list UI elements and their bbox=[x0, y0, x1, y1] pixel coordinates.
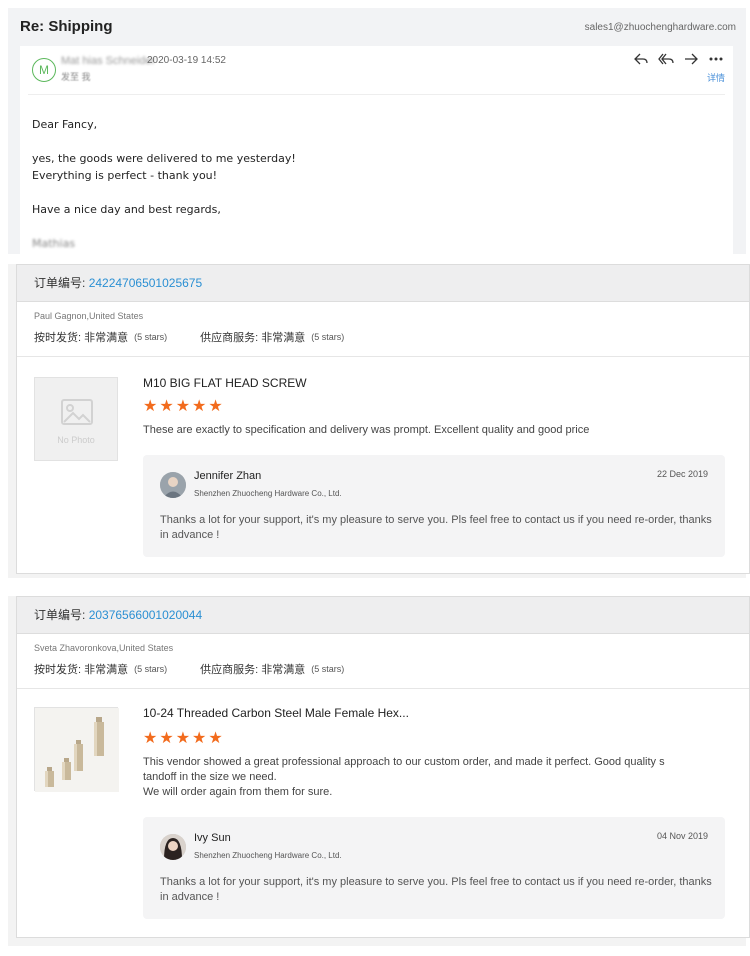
email-datetime: 2020-03-19 14:52 bbox=[147, 55, 226, 66]
star-icon: ★ bbox=[208, 730, 223, 747]
service-stars: (5 stars) bbox=[311, 332, 345, 342]
divider bbox=[17, 688, 749, 689]
email-greeting: Dear Fancy, bbox=[32, 118, 98, 131]
product-rating: ★ ★ ★ ★ ★ bbox=[143, 731, 223, 747]
email-actions bbox=[632, 52, 725, 66]
no-photo-label: No Photo bbox=[57, 435, 95, 445]
image-placeholder-icon bbox=[61, 399, 93, 425]
review-comment: This vendor showed a great professional … bbox=[143, 756, 665, 798]
reply-date: 04 Nov 2019 bbox=[656, 831, 708, 841]
standoff-product-image bbox=[35, 708, 119, 792]
email-subject: Re: Shipping bbox=[20, 18, 113, 35]
ratings-row: 按时发货: 非常满意 (5 stars) 供应商服务: 非常满意 (5 star… bbox=[34, 329, 377, 345]
reply-company: Shenzhen Zhuocheng Hardware Co., Ltd. bbox=[194, 489, 342, 498]
supplier-reply: Jennifer Zhan Shenzhen Zhuocheng Hardwar… bbox=[143, 455, 725, 557]
order-header: 订单编号: 20376566001020044 bbox=[17, 597, 749, 634]
email-signature: Mathias bbox=[32, 237, 76, 250]
service-label: 供应商服务: bbox=[200, 664, 259, 676]
order-label: 订单编号: bbox=[34, 276, 86, 290]
email-address: sales1@zhuochenghardware.com bbox=[584, 22, 736, 33]
avatar bbox=[160, 834, 186, 860]
reply-text: Thanks a lot for your support, it's my p… bbox=[160, 876, 712, 903]
service-value: 非常满意 bbox=[261, 332, 306, 344]
review-card: 订单编号: 24224706501025675 Paul Gagnon,Unit… bbox=[8, 264, 750, 578]
order-number[interactable]: 20376566001020044 bbox=[89, 608, 202, 622]
details-link[interactable]: 详情 bbox=[707, 71, 725, 84]
star-icon: ★ bbox=[208, 398, 223, 415]
buyer-name: Sveta Zhavoronkova,United States bbox=[34, 643, 174, 653]
reply-icon[interactable] bbox=[632, 52, 650, 66]
star-icon: ★ bbox=[175, 730, 191, 747]
star-icon: ★ bbox=[192, 730, 207, 747]
order-header: 订单编号: 24224706501025675 bbox=[17, 265, 749, 302]
ship-value: 非常满意 bbox=[84, 664, 129, 676]
star-icon: ★ bbox=[143, 730, 158, 747]
reply-text: Thanks a lot for your support, it's my p… bbox=[160, 514, 712, 541]
star-icon: ★ bbox=[192, 398, 207, 415]
supplier-reply: Ivy Sun Shenzhen Zhuocheng Hardware Co.,… bbox=[143, 817, 725, 919]
ship-stars: (5 stars) bbox=[134, 332, 168, 342]
ship-stars: (5 stars) bbox=[134, 664, 168, 674]
service-stars: (5 stars) bbox=[311, 664, 345, 674]
product-thumbnail[interactable]: No Photo bbox=[34, 377, 118, 461]
product-thumbnail[interactable] bbox=[34, 707, 119, 792]
star-icon: ★ bbox=[159, 730, 174, 747]
service-label: 供应商服务: bbox=[200, 332, 259, 344]
reply-author: Ivy Sun bbox=[194, 832, 231, 844]
reply-company: Shenzhen Zhuocheng Hardware Co., Ltd. bbox=[194, 851, 342, 860]
ship-value: 非常满意 bbox=[84, 332, 129, 344]
forward-icon[interactable] bbox=[682, 52, 700, 66]
product-title[interactable]: 10-24 Threaded Carbon Steel Male Female … bbox=[143, 706, 409, 720]
service-value: 非常满意 bbox=[261, 664, 306, 676]
ratings-row: 按时发货: 非常满意 (5 stars) 供应商服务: 非常满意 (5 star… bbox=[34, 661, 377, 677]
reply-date: 22 Dec 2019 bbox=[656, 469, 708, 479]
star-icon: ★ bbox=[143, 398, 158, 415]
order-number[interactable]: 24224706501025675 bbox=[89, 276, 202, 290]
divider bbox=[28, 94, 725, 95]
email-line: Everything is perfect - thank you! bbox=[32, 169, 218, 182]
more-icon[interactable] bbox=[707, 52, 725, 66]
email-body: Dear Fancy, yes, the goods were delivere… bbox=[32, 116, 296, 252]
avatar bbox=[160, 472, 186, 498]
order-label: 订单编号: bbox=[34, 608, 86, 622]
email-message: M Mat hias Schneider 2020-03-19 14:52 发至… bbox=[20, 46, 733, 254]
review-card: 订单编号: 20376566001020044 Sveta Zhavoronko… bbox=[8, 596, 750, 946]
star-icon: ★ bbox=[159, 398, 174, 415]
buyer-name: Paul Gagnon,United States bbox=[34, 311, 144, 321]
star-icon: ★ bbox=[175, 398, 191, 415]
review-comment: These are exactly to specification and d… bbox=[143, 424, 590, 436]
divider bbox=[17, 356, 749, 357]
reply-author: Jennifer Zhan bbox=[194, 470, 262, 482]
email-line: yes, the goods were delivered to me yest… bbox=[32, 152, 296, 165]
sender-name[interactable]: Mat hias Schneider bbox=[61, 55, 155, 67]
email-panel: Re: Shipping sales1@zhuochenghardware.co… bbox=[8, 8, 746, 254]
product-rating: ★ ★ ★ ★ ★ bbox=[143, 399, 223, 415]
email-line: Have a nice day and best regards, bbox=[32, 203, 221, 216]
sender-avatar: M bbox=[32, 58, 56, 82]
ship-label: 按时发货: bbox=[34, 332, 82, 344]
email-recipient: 发至 我 bbox=[61, 72, 91, 82]
ship-label: 按时发货: bbox=[34, 664, 82, 676]
product-title[interactable]: M10 BIG FLAT HEAD SCREW bbox=[143, 376, 307, 390]
reply-all-icon[interactable] bbox=[657, 52, 675, 66]
